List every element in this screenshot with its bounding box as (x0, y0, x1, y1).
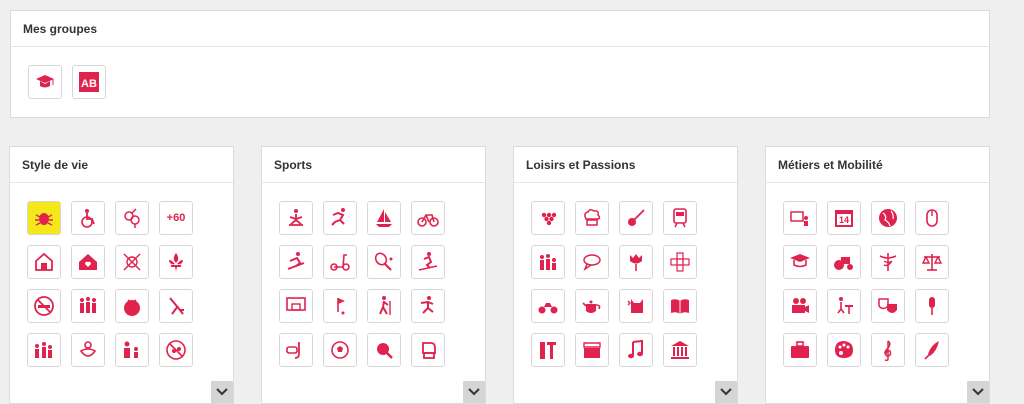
snorkel-icon[interactable] (279, 333, 313, 367)
cat-heart-icon[interactable] (619, 289, 653, 323)
bug-icon[interactable] (27, 201, 61, 235)
hiking-icon[interactable] (367, 289, 401, 323)
baby-pacifier-icon[interactable] (71, 333, 105, 367)
family-icon[interactable] (27, 333, 61, 367)
open-book-icon[interactable] (663, 289, 697, 323)
tomato-icon[interactable] (115, 289, 149, 323)
running-icon[interactable] (323, 201, 357, 235)
family-walk-icon[interactable] (531, 245, 565, 279)
tractor-icon[interactable] (827, 245, 861, 279)
category-panel-style: Style de vie +60 (9, 146, 234, 404)
category-title: Métiers et Mobilité (766, 147, 989, 183)
category-title: Loisirs et Passions (514, 147, 737, 183)
museum-icon[interactable] (663, 333, 697, 367)
treble-clef-icon[interactable] (871, 333, 905, 367)
category-title: Sports (262, 147, 485, 183)
palette-icon[interactable] (827, 333, 861, 367)
ab-letters-icon[interactable]: AB (72, 65, 106, 99)
motorcycle-icon[interactable] (531, 289, 565, 323)
teapot-icon[interactable] (575, 289, 609, 323)
groups-title: Mes groupes (11, 11, 989, 47)
tulip-icon[interactable] (619, 245, 653, 279)
parent-child-icon[interactable] (115, 333, 149, 367)
sailboat-icon[interactable] (367, 201, 401, 235)
grapes-icon[interactable] (531, 201, 565, 235)
video-camera-icon[interactable] (783, 289, 817, 323)
speech-bubble-icon[interactable] (575, 245, 609, 279)
train-icon[interactable] (663, 201, 697, 235)
category-panel-loisirs: Loisirs et Passions (513, 146, 738, 404)
clapperboard-icon[interactable] (575, 333, 609, 367)
category-title: Style de vie (10, 147, 233, 183)
scales-icon[interactable] (915, 245, 949, 279)
plus-60-icon[interactable]: +60 (159, 201, 193, 235)
chevron-down-icon[interactable] (967, 381, 989, 403)
no-pets-icon[interactable] (159, 333, 193, 367)
graduation-cap-icon[interactable] (28, 65, 62, 99)
soccer-ball-icon[interactable] (323, 333, 357, 367)
caduceus-icon[interactable] (871, 245, 905, 279)
deck-chair-icon[interactable] (159, 289, 193, 323)
chevron-down-icon[interactable] (211, 381, 233, 403)
groups-panel: Mes groupes AB (10, 10, 990, 118)
guitar-icon[interactable] (619, 201, 653, 235)
crossword-icon[interactable] (663, 245, 697, 279)
family-group-icon[interactable] (71, 289, 105, 323)
fleur-de-lis-icon[interactable] (159, 245, 193, 279)
no-gender-icon[interactable] (115, 245, 149, 279)
presentation-icon[interactable] (783, 201, 817, 235)
boxing-glove-icon[interactable] (411, 333, 445, 367)
ice-skating-icon[interactable] (411, 289, 445, 323)
briefcase-icon[interactable] (783, 333, 817, 367)
mouse-icon[interactable] (915, 201, 949, 235)
scooter-icon[interactable] (323, 245, 357, 279)
chevron-down-icon[interactable] (715, 381, 737, 403)
house-icon[interactable] (27, 245, 61, 279)
svg-text:AB: AB (81, 78, 97, 90)
quill-icon[interactable] (915, 333, 949, 367)
tools-icon[interactable] (531, 333, 565, 367)
house-heart-icon[interactable] (71, 245, 105, 279)
icon-label: +60 (166, 212, 186, 224)
basketball-icon[interactable] (279, 289, 313, 323)
category-panel-sports: Sports (261, 146, 486, 404)
theater-masks-icon[interactable] (871, 289, 905, 323)
no-smoking-icon[interactable] (27, 289, 61, 323)
calendar-14-icon[interactable]: 14 (827, 201, 861, 235)
category-panel-metiers: Métiers et Mobilité 14 (765, 146, 990, 404)
golf-icon[interactable] (323, 289, 357, 323)
ping-pong-icon[interactable] (367, 333, 401, 367)
bicycle-icon[interactable] (411, 201, 445, 235)
teacher-desk-icon[interactable] (827, 289, 861, 323)
graduation-icon[interactable] (783, 245, 817, 279)
snowboard-icon[interactable] (279, 245, 313, 279)
microphone-icon[interactable] (915, 289, 949, 323)
gender-symbols-icon[interactable] (115, 201, 149, 235)
yoga-icon[interactable] (279, 201, 313, 235)
chef-hat-icon[interactable] (575, 201, 609, 235)
chevron-down-icon[interactable] (463, 381, 485, 403)
calendar-day-label: 14 (838, 215, 849, 225)
ski-icon[interactable] (411, 245, 445, 279)
music-note-icon[interactable] (619, 333, 653, 367)
globe-icon[interactable] (871, 201, 905, 235)
wheelchair-icon[interactable] (71, 201, 105, 235)
tennis-icon[interactable] (367, 245, 401, 279)
